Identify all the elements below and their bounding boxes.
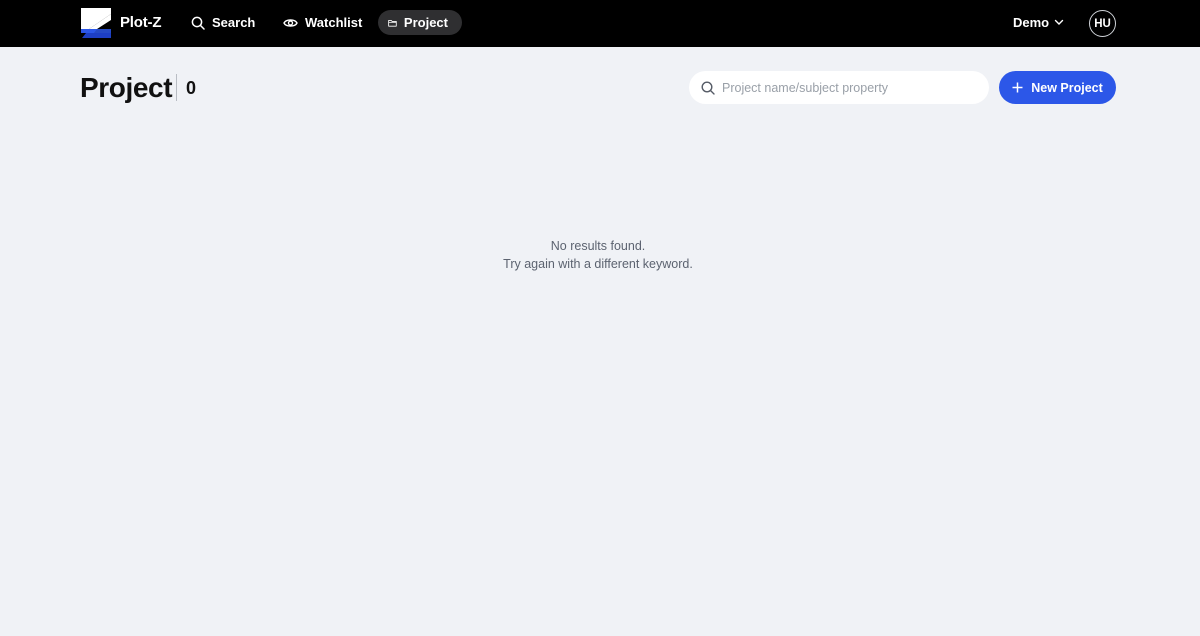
empty-state-title: No results found.: [550, 239, 646, 253]
folder-icon: [388, 19, 397, 27]
top-navigation-bar: Plot-Z Search Watchlist Project Demo HU: [0, 0, 1200, 47]
project-search-input[interactable]: [722, 80, 972, 95]
search-icon: [191, 16, 205, 30]
search-icon: [701, 80, 715, 95]
brand-name[interactable]: Plot-Z: [120, 14, 161, 31]
project-count: 0: [186, 78, 197, 98]
project-search-box[interactable]: [689, 71, 989, 104]
eye-icon: [283, 18, 298, 27]
chevron-down-icon: [1054, 19, 1064, 25]
nav-project[interactable]: Project: [378, 10, 462, 35]
page-title: Project: [80, 72, 173, 103]
org-dropdown[interactable]: Demo: [1013, 15, 1064, 30]
nav-watchlist[interactable]: Watchlist: [273, 10, 376, 35]
new-project-label: New Project: [1031, 80, 1103, 95]
empty-state-hint: Try again with a different keyword.: [503, 257, 693, 271]
nav-watchlist-label: Watchlist: [305, 15, 363, 30]
title-divider: [176, 74, 177, 101]
plus-icon: [1012, 82, 1023, 93]
nav-search[interactable]: Search: [181, 10, 269, 35]
new-project-button[interactable]: New Project: [999, 71, 1116, 104]
user-avatar[interactable]: HU: [1089, 10, 1116, 37]
org-label: Demo: [1013, 15, 1050, 30]
empty-state: No results found. Try again with a diffe…: [0, 237, 1196, 273]
user-initials: HU: [1094, 17, 1111, 30]
plot-z-logo[interactable]: [80, 7, 112, 39]
nav-search-label: Search: [212, 15, 256, 30]
nav-project-label: Project: [403, 15, 448, 30]
